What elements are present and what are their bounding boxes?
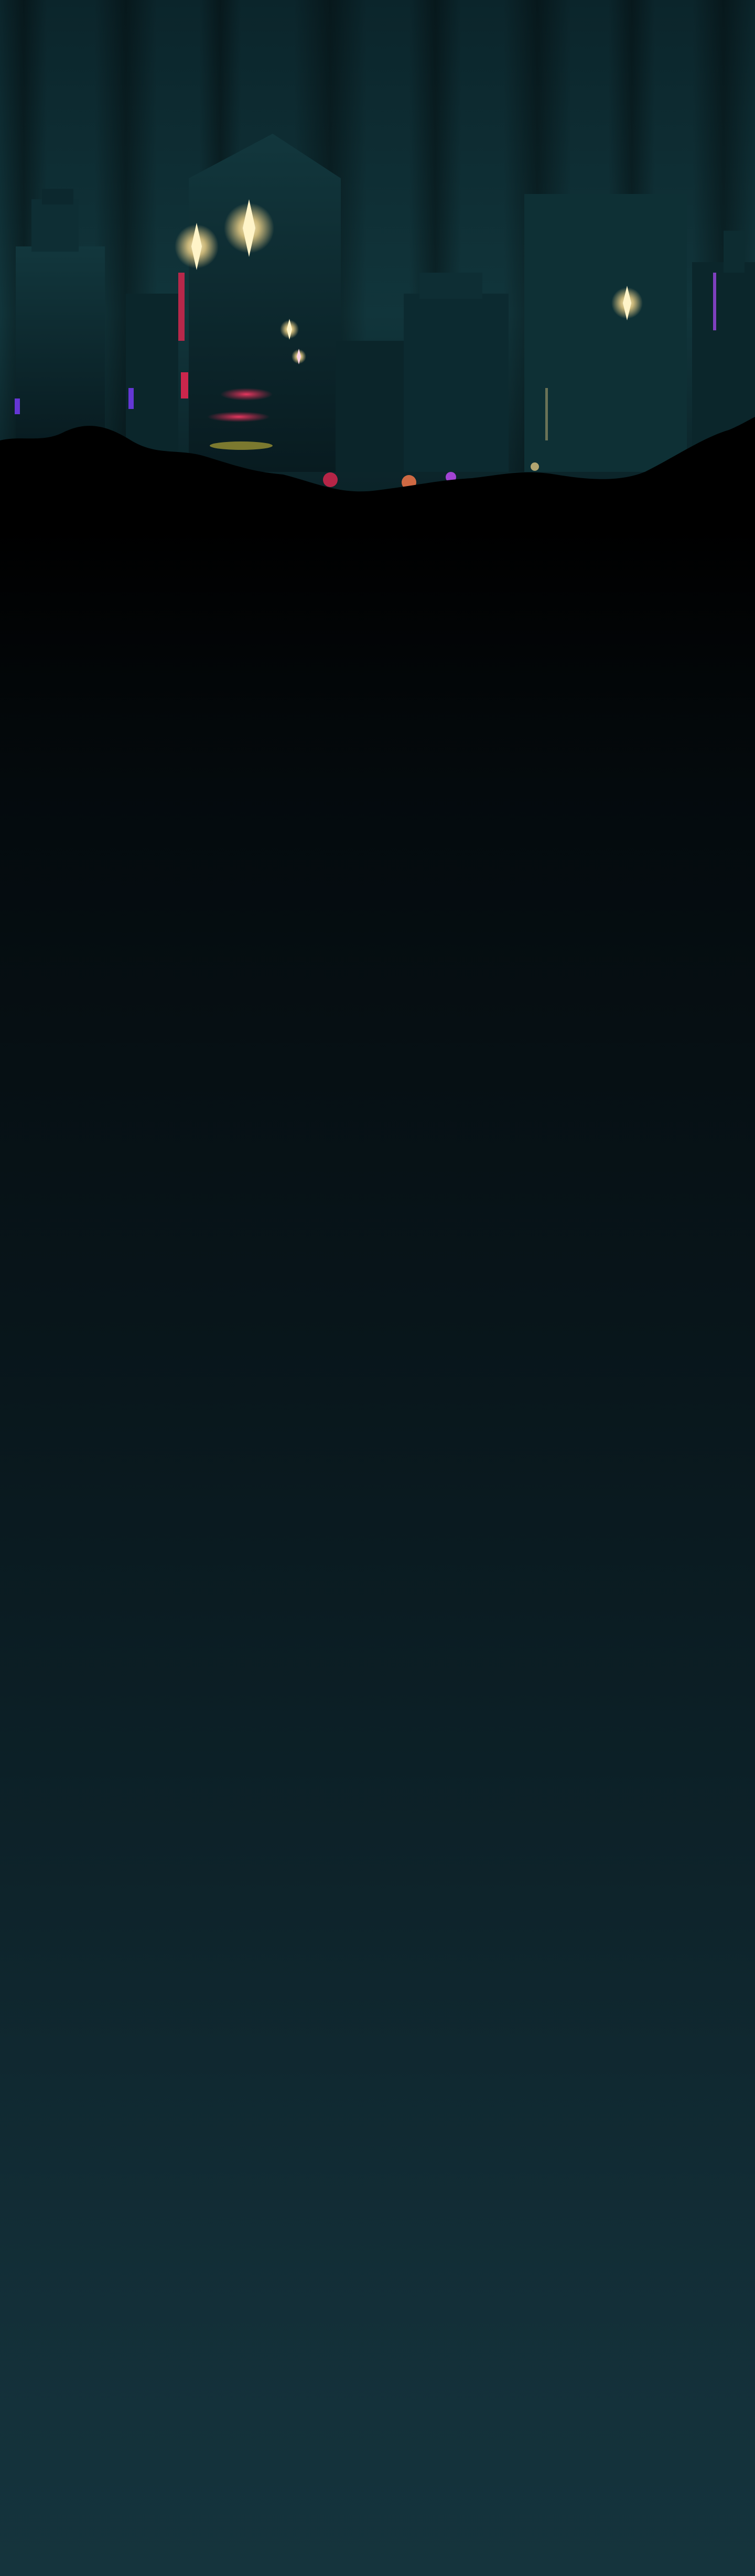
dark-gradient-section: [0, 524, 755, 2576]
page-background: [0, 0, 755, 2576]
cityscape-hero: [0, 0, 755, 524]
cityscape-illustration: [0, 0, 755, 524]
